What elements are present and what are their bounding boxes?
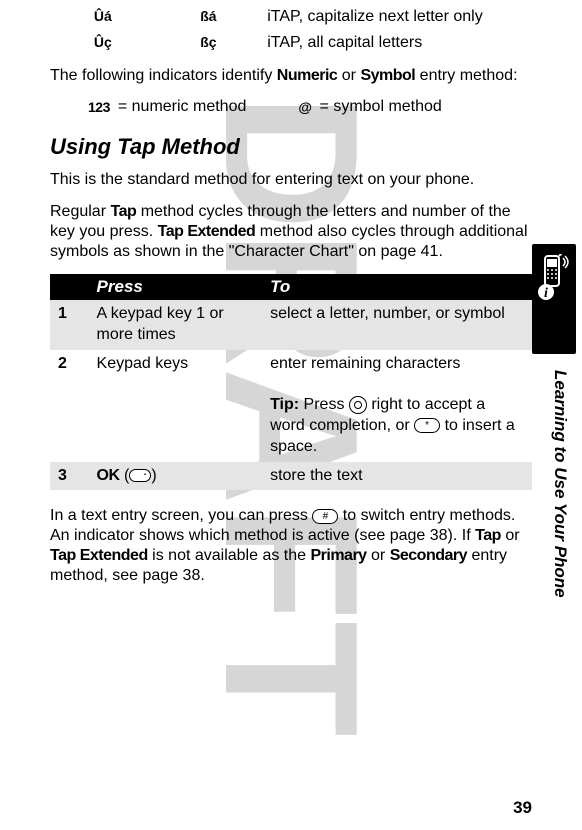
star-key-icon: * — [414, 418, 440, 433]
header-press: Press — [89, 274, 263, 300]
tap-extended-label: Tap Extended — [158, 223, 256, 240]
text: is not available as the — [148, 547, 311, 564]
hash-key-icon: # — [312, 509, 338, 524]
tap-label: Tap — [110, 203, 136, 220]
symbol-method-icon: @ — [298, 99, 311, 115]
row-press: A keypad key 1 or more times — [89, 300, 263, 350]
itap-cap-next-desc: iTAP, capitalize next letter only — [267, 8, 483, 25]
numeric-label: Numeric — [277, 67, 338, 84]
row-num: 1 — [50, 300, 89, 350]
text: or — [501, 527, 520, 544]
tap-extended-label: Tap Extended — [50, 547, 148, 564]
row-num: 3 — [50, 462, 89, 491]
right-softkey-icon — [129, 469, 151, 482]
table-header-row: Press To — [50, 274, 532, 300]
page-container: DRAFT Ûá ßá iTAP, capitalize next letter… — [0, 0, 582, 830]
table-row: 3 OK () store the text — [50, 462, 532, 491]
symbol-method-text: = symbol method — [320, 98, 442, 116]
secondary-label: Secondary — [390, 547, 467, 564]
p4: In a text entry screen, you can press # … — [50, 506, 530, 586]
p2: This is the standard method for entering… — [50, 170, 530, 190]
table-row: 1 A keypad key 1 or more times select a … — [50, 300, 532, 350]
phone-info-icon: i — [532, 244, 576, 354]
text: Press — [299, 396, 349, 413]
text: or — [367, 547, 390, 564]
text: entry method: — [415, 67, 517, 84]
svg-text:i: i — [544, 286, 548, 301]
row-press: Keypad keys — [89, 350, 263, 462]
primary-label: Primary — [310, 547, 366, 564]
table-row: Ûá ßá iTAP, capitalize next letter only — [50, 4, 530, 30]
page-number: 39 — [513, 798, 532, 818]
instructions-table: Press To 1 A keypad key 1 or more times … — [50, 274, 532, 490]
numeric-method-text: = numeric method — [118, 98, 247, 116]
itap-all-caps-secondary-icon: ßç — [200, 34, 216, 50]
text: The following indicators identify — [50, 67, 277, 84]
header-to: To — [262, 274, 532, 300]
row-press: OK () — [89, 462, 263, 491]
table-row: 2 Keypad keys enter remaining characters… — [50, 350, 532, 462]
numeric-method-icon: 123 — [88, 99, 110, 115]
itap-cap-next-secondary-icon: ßá — [200, 8, 216, 24]
phone-icon: i — [537, 254, 571, 304]
row-to: store the text — [262, 462, 532, 491]
nav-key-icon — [349, 396, 367, 414]
row-to: enter remaining characters Tip: Press ri… — [262, 350, 532, 462]
text: In a text entry screen, you can press — [50, 507, 312, 524]
row-to: select a letter, number, or symbol — [262, 300, 532, 350]
intro-paragraph: The following indicators identify Numeri… — [50, 66, 530, 86]
row-num: 2 — [50, 350, 89, 462]
table-row: Ûç ßç iTAP, all capital letters — [50, 30, 530, 56]
itap-cap-next-primary-icon: Ûá — [94, 8, 112, 24]
text: or — [337, 67, 360, 84]
ok-label: OK — [97, 467, 120, 484]
content-area: Ûá ßá iTAP, capitalize next letter only … — [50, 4, 532, 586]
indicator-row: 123 = numeric method @ = symbol method — [50, 98, 530, 116]
to-text: enter remaining characters — [270, 355, 460, 372]
text: Regular — [50, 203, 110, 220]
section-heading: Using Tap Method — [50, 134, 532, 160]
symbol-label: Symbol — [360, 67, 415, 84]
tap-label: Tap — [475, 527, 501, 544]
section-running-title: Learning to Use Your Phone — [550, 370, 570, 598]
top-icon-table: Ûá ßá iTAP, capitalize next letter only … — [50, 4, 530, 56]
tip-label: Tip: — [270, 396, 299, 413]
itap-all-caps-desc: iTAP, all capital letters — [267, 34, 422, 51]
header-blank — [50, 274, 89, 300]
p3: Regular Tap method cycles through the le… — [50, 202, 530, 262]
itap-all-caps-primary-icon: Ûç — [94, 34, 112, 50]
